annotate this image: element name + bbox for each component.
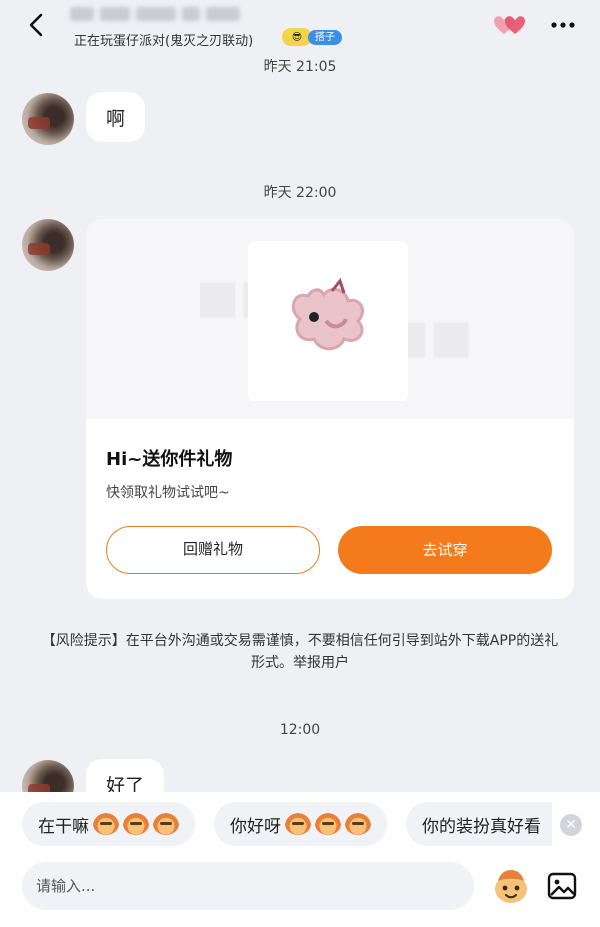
- timestamp: 12:00: [279, 722, 321, 738]
- image-icon[interactable]: [546, 870, 578, 902]
- quick-reply-chip[interactable]: 在干嘛: [22, 802, 195, 846]
- quick-reply-label: 在干嘛: [38, 816, 89, 837]
- close-icon[interactable]: ✕: [560, 814, 582, 836]
- gift-subtitle: 快领取礼物试试吧~: [106, 485, 230, 501]
- timestamp: 昨天 22:00: [263, 185, 337, 201]
- tiger-emoji-icon: [123, 813, 149, 835]
- quick-reply-chip[interactable]: 你好呀: [214, 802, 387, 846]
- try-on-button[interactable]: 去试穿: [338, 526, 552, 574]
- return-gift-button[interactable]: 回赠礼物: [106, 526, 320, 574]
- chat-header: 正在玩蛋仔派对(鬼灭之刃联动) 😎 搭子: [0, 0, 600, 56]
- chat-area: 昨天 21:05 啊 昨天 22:00 ■■ ■■ Hi~送你件礼物 快领取礼物…: [0, 0, 600, 812]
- tiger-emoji-icon: [93, 813, 119, 835]
- risk-notice: 【风险提示】在平台外沟通或交易需谨慎，不要相信任何引导到站外下载APP的送礼形式…: [40, 630, 560, 674]
- gift-card[interactable]: ■■ ■■ Hi~送你件礼物 快领取礼物试试吧~ 回赠礼物 去试穿: [86, 219, 574, 599]
- avatar[interactable]: [22, 219, 74, 271]
- quick-reply-label: 你好呀: [230, 816, 281, 837]
- gift-doodle-icon: [291, 277, 364, 351]
- avatar[interactable]: [22, 93, 74, 145]
- quick-reply-chip[interactable]: 你的装扮真好看: [406, 802, 552, 846]
- gift-title: Hi~送你件礼物: [106, 449, 233, 470]
- gift-image: [248, 241, 408, 401]
- partner-badge[interactable]: 😎 搭子: [282, 28, 342, 46]
- quick-replies: 在干嘛 你好呀 你的装扮真好看 ✕: [0, 802, 600, 846]
- more-icon[interactable]: [548, 12, 578, 38]
- timestamp: 昨天 21:05: [263, 59, 337, 75]
- partner-tag: 搭子: [308, 29, 342, 45]
- tiger-emoji-icon: [285, 813, 311, 835]
- message-bubble[interactable]: 啊: [86, 92, 146, 142]
- composer-panel: 在干嘛 你好呀 你的装扮真好看 ✕ 请输入...: [0, 792, 600, 927]
- tiger-emoji-icon: [153, 813, 179, 835]
- report-user-link[interactable]: 举报用户: [293, 655, 349, 671]
- tiger-emoji-icon: [345, 813, 371, 835]
- playing-status: 正在玩蛋仔派对(鬼灭之刃联动): [74, 34, 254, 49]
- eggy-emoji-icon[interactable]: [492, 867, 530, 905]
- tiger-emoji-icon: [315, 813, 341, 835]
- quick-reply-label: 你的装扮真好看: [422, 816, 541, 837]
- blurred-username: [70, 4, 260, 24]
- back-icon[interactable]: [22, 10, 52, 40]
- gift-image-area: ■■ ■■: [86, 219, 574, 419]
- hearts-icon[interactable]: [492, 12, 528, 38]
- message-input[interactable]: 请输入...: [22, 862, 474, 910]
